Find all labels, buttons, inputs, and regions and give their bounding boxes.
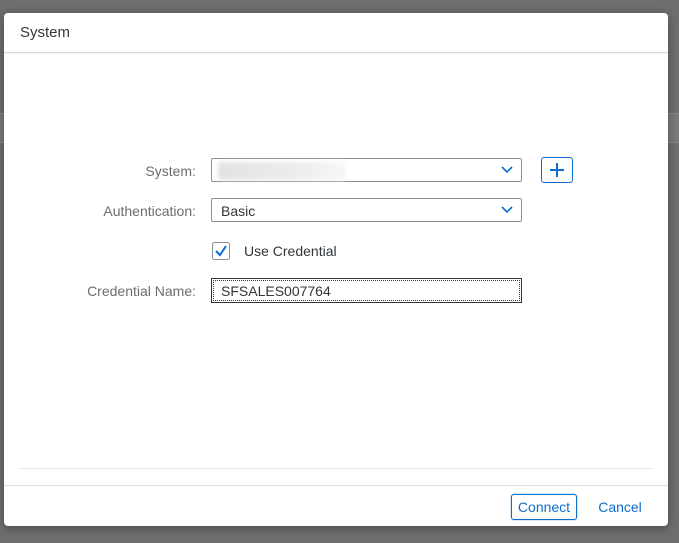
plus-icon <box>550 163 564 177</box>
chevron-down-icon[interactable] <box>501 165 513 175</box>
content-divider <box>20 468 652 469</box>
dialog-footer: Connect Cancel <box>4 485 668 526</box>
credential-name-input[interactable] <box>211 278 522 303</box>
dialog-title: System <box>20 24 71 41</box>
system-label: System: <box>145 163 196 179</box>
add-system-button[interactable] <box>541 157 573 183</box>
system-dialog: System System: Authentication: Basic Use… <box>4 13 668 526</box>
system-value-redacted <box>218 162 346 180</box>
chevron-down-icon[interactable] <box>501 205 513 215</box>
dialog-header: System <box>4 13 668 53</box>
system-select[interactable] <box>211 158 522 182</box>
authentication-value: Basic <box>221 203 256 219</box>
use-credential-checkbox[interactable] <box>212 242 230 260</box>
credential-name-label: Credential Name: <box>87 283 196 299</box>
authentication-select[interactable]: Basic <box>211 198 522 222</box>
authentication-label: Authentication: <box>103 203 196 219</box>
connect-button[interactable]: Connect <box>511 494 577 520</box>
cancel-button[interactable]: Cancel <box>589 494 651 520</box>
use-credential-label[interactable]: Use Credential <box>244 243 337 259</box>
